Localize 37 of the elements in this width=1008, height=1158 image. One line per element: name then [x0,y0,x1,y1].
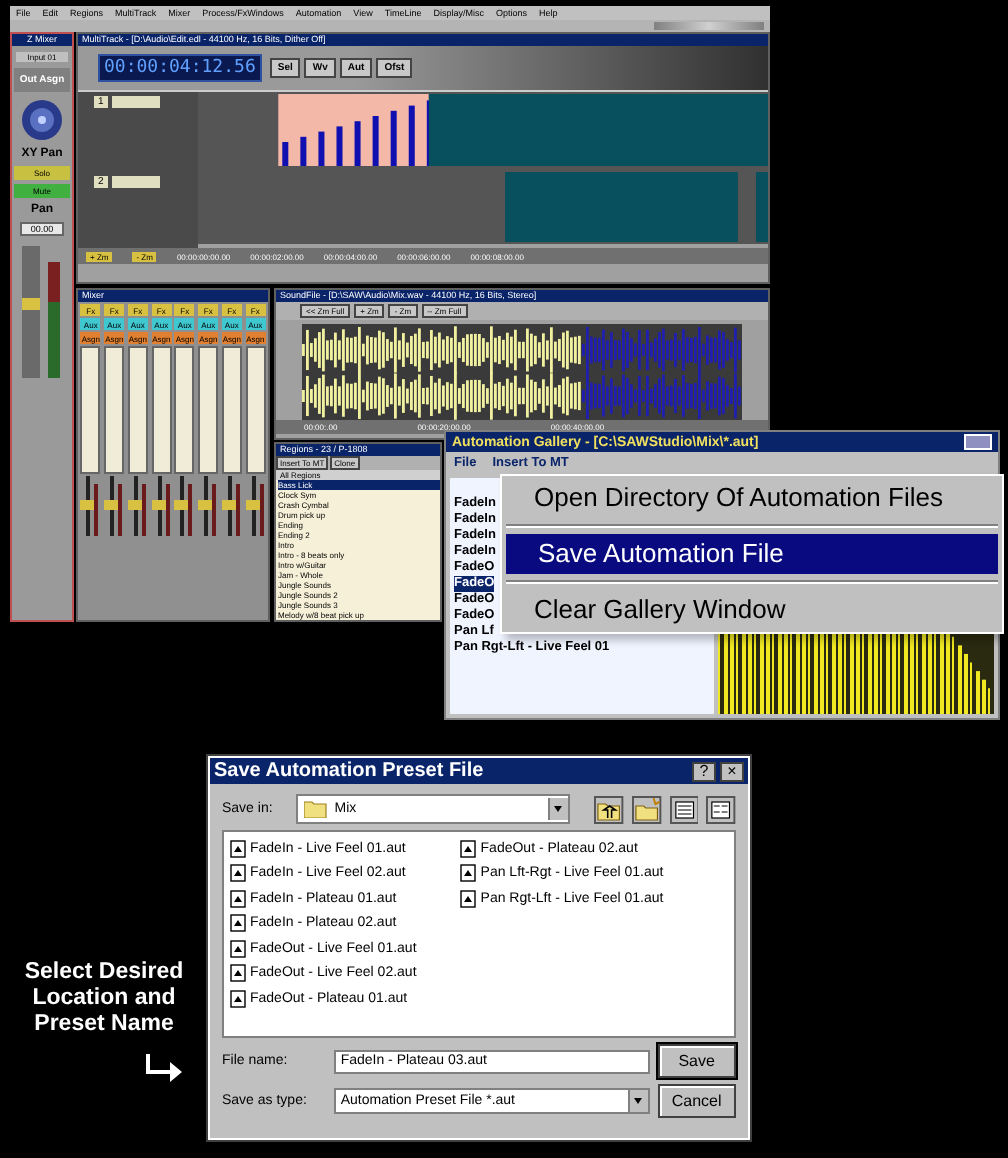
file-icon [460,864,477,883]
menu-item[interactable]: Save Automation File [506,534,998,574]
folder-icon [304,800,329,818]
details-view-icon [706,795,736,823]
file-icon [460,839,477,858]
fader-drawing [245,476,266,536]
menu-item[interactable]: Clear Gallery Window [502,590,1002,630]
fader-drawing [80,476,101,536]
save-button[interactable]: Save [657,1044,736,1078]
file-icon [230,839,246,858]
minimize-icon[interactable] [964,434,992,450]
fader-meter-drawing [18,242,66,382]
file-icon [230,914,246,933]
menu-item[interactable]: Open Directory Of Automation Files [502,478,1002,518]
instruction-text: Select Desired Location and Preset Name [22,960,186,1038]
file-icon [230,864,246,883]
file-icon [460,889,477,908]
pan-knob-icon [20,98,64,142]
fader-drawing [198,476,219,536]
arrow-icon [144,1054,184,1082]
fader-drawing [221,476,242,536]
list-view-icon [669,795,699,823]
new-folder-icon [631,795,662,823]
file-icon [230,964,246,983]
time-display: 00:00:04:12.56 [98,54,262,82]
fader-drawing [104,476,125,536]
file-icon [230,889,246,908]
fader-drawing [151,476,172,536]
file-icon [230,989,246,1008]
help-button[interactable]: ? [692,761,716,781]
up-folder-icon [594,795,624,823]
close-button[interactable]: × [720,761,744,781]
fader-drawing [127,476,148,536]
file-icon [230,939,246,958]
dialog-title: Save Automation Preset File [214,760,486,782]
cancel-button[interactable]: Cancel [657,1084,737,1118]
fader-drawing [174,476,195,536]
